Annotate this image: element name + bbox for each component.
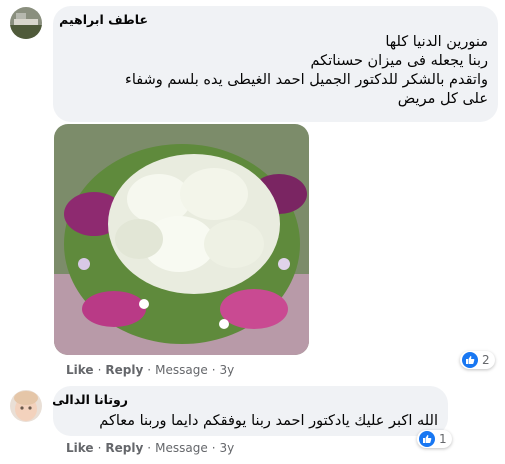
comment-author[interactable]: عاطف ابراهيم: [59, 12, 148, 27]
comment-author[interactable]: روتانا الدالى: [52, 392, 128, 407]
separator: ·: [147, 363, 152, 377]
comment-line: ربنا يجعله فى ميزان حسناتكم: [310, 53, 488, 69]
comment-text: منورين الدنيا كلها ربنا يجعله فى ميزان ح…: [125, 33, 488, 109]
attached-photo[interactable]: [54, 124, 309, 355]
like-link[interactable]: Like: [66, 441, 94, 455]
comment-actions: Like · Reply · Message · 3y: [66, 363, 234, 377]
comment-line: على كل مريض: [397, 91, 488, 107]
message-link[interactable]: Message: [155, 363, 208, 377]
reaction-count[interactable]: 1: [417, 430, 452, 448]
like-link[interactable]: Like: [66, 363, 94, 377]
thumbs-up-icon: [419, 431, 435, 447]
reaction-count[interactable]: 2: [460, 351, 495, 369]
thumbs-up-icon: [462, 352, 478, 368]
reaction-count-text: 2: [482, 353, 490, 367]
comment-bubble: عاطف ابراهيم منورين الدنيا كلها ربنا يجع…: [53, 6, 498, 122]
reply-link[interactable]: Reply: [105, 363, 143, 377]
timestamp[interactable]: 3y: [220, 441, 235, 455]
comment-line: منورين الدنيا كلها: [385, 34, 488, 50]
comment-text: الله اكبر عليك يادكتور احمد ربنا يوفقكم …: [99, 412, 438, 431]
avatar[interactable]: [10, 7, 42, 39]
separator: ·: [97, 441, 102, 455]
comment-line: الله اكبر عليك يادكتور احمد ربنا يوفقكم …: [99, 413, 438, 429]
separator: ·: [97, 363, 102, 377]
comment-actions: Like · Reply · Message · 3y: [66, 441, 234, 455]
separator: ·: [211, 363, 216, 377]
reply-link[interactable]: Reply: [105, 441, 143, 455]
separator: ·: [211, 441, 216, 455]
comment-line: واتقدم بالشكر للدكتور الجميل احمد الغيطى…: [125, 72, 488, 88]
timestamp[interactable]: 3y: [220, 363, 235, 377]
message-link[interactable]: Message: [155, 441, 208, 455]
separator: ·: [147, 441, 152, 455]
avatar[interactable]: [10, 390, 42, 422]
reaction-count-text: 1: [439, 432, 447, 446]
comment-bubble: روتانا الدالى الله اكبر عليك يادكتور احم…: [52, 386, 448, 436]
